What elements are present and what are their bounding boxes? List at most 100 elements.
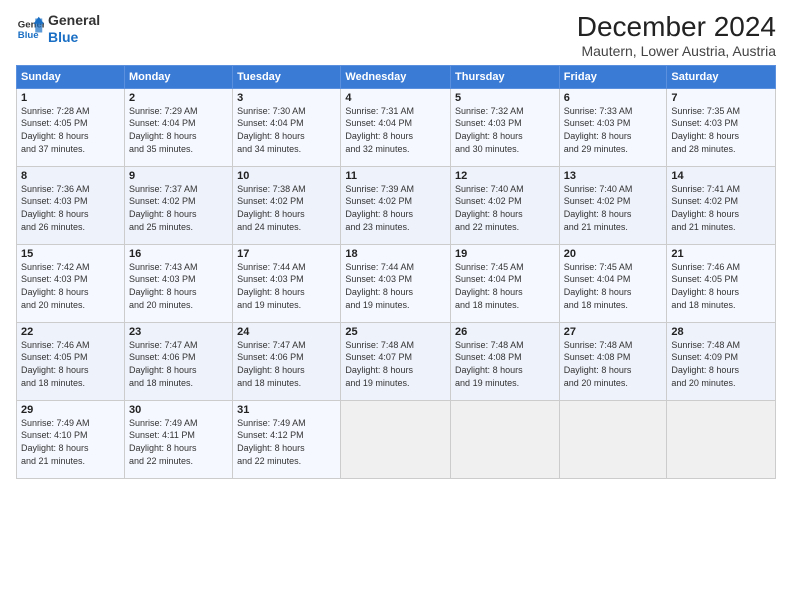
week-row-2: 8Sunrise: 7:36 AM Sunset: 4:03 PM Daylig…: [17, 166, 776, 244]
calendar-header: Sunday Monday Tuesday Wednesday Thursday…: [17, 65, 776, 88]
table-row: 4Sunrise: 7:31 AM Sunset: 4:04 PM Daylig…: [341, 88, 451, 166]
table-row: 20Sunrise: 7:45 AM Sunset: 4:04 PM Dayli…: [559, 244, 667, 322]
day-number: 11: [345, 170, 446, 182]
day-info: Sunrise: 7:49 AM Sunset: 4:12 PM Dayligh…: [237, 417, 336, 467]
table-row: 25Sunrise: 7:48 AM Sunset: 4:07 PM Dayli…: [341, 322, 451, 400]
day-info: Sunrise: 7:43 AM Sunset: 4:03 PM Dayligh…: [129, 261, 228, 311]
table-row: 7Sunrise: 7:35 AM Sunset: 4:03 PM Daylig…: [667, 88, 776, 166]
table-row: 28Sunrise: 7:48 AM Sunset: 4:09 PM Dayli…: [667, 322, 776, 400]
table-row: [559, 400, 667, 478]
day-info: Sunrise: 7:29 AM Sunset: 4:04 PM Dayligh…: [129, 105, 228, 155]
table-row: [667, 400, 776, 478]
day-number: 2: [129, 92, 228, 104]
day-number: 25: [345, 326, 446, 338]
table-row: 30Sunrise: 7:49 AM Sunset: 4:11 PM Dayli…: [124, 400, 232, 478]
day-number: 19: [455, 248, 555, 260]
day-number: 22: [21, 326, 120, 338]
day-info: Sunrise: 7:40 AM Sunset: 4:02 PM Dayligh…: [455, 183, 555, 233]
table-row: [341, 400, 451, 478]
day-number: 16: [129, 248, 228, 260]
day-number: 21: [671, 248, 771, 260]
header-row: Sunday Monday Tuesday Wednesday Thursday…: [17, 65, 776, 88]
day-number: 20: [564, 248, 663, 260]
day-number: 28: [671, 326, 771, 338]
table-row: 23Sunrise: 7:47 AM Sunset: 4:06 PM Dayli…: [124, 322, 232, 400]
day-info: Sunrise: 7:47 AM Sunset: 4:06 PM Dayligh…: [129, 339, 228, 389]
day-info: Sunrise: 7:48 AM Sunset: 4:08 PM Dayligh…: [564, 339, 663, 389]
day-info: Sunrise: 7:39 AM Sunset: 4:02 PM Dayligh…: [345, 183, 446, 233]
table-row: 8Sunrise: 7:36 AM Sunset: 4:03 PM Daylig…: [17, 166, 125, 244]
day-info: Sunrise: 7:28 AM Sunset: 4:05 PM Dayligh…: [21, 105, 120, 155]
day-number: 13: [564, 170, 663, 182]
title-block: December 2024 Mautern, Lower Austria, Au…: [577, 12, 776, 59]
logo-icon: General Blue: [16, 15, 44, 43]
day-number: 31: [237, 404, 336, 416]
day-number: 29: [21, 404, 120, 416]
day-number: 30: [129, 404, 228, 416]
day-info: Sunrise: 7:38 AM Sunset: 4:02 PM Dayligh…: [237, 183, 336, 233]
table-row: 9Sunrise: 7:37 AM Sunset: 4:02 PM Daylig…: [124, 166, 232, 244]
day-number: 23: [129, 326, 228, 338]
day-number: 3: [237, 92, 336, 104]
day-number: 1: [21, 92, 120, 104]
logo-text-blue: Blue: [48, 29, 100, 46]
day-number: 10: [237, 170, 336, 182]
table-row: 18Sunrise: 7:44 AM Sunset: 4:03 PM Dayli…: [341, 244, 451, 322]
table-row: 1Sunrise: 7:28 AM Sunset: 4:05 PM Daylig…: [17, 88, 125, 166]
day-info: Sunrise: 7:46 AM Sunset: 4:05 PM Dayligh…: [21, 339, 120, 389]
table-row: 24Sunrise: 7:47 AM Sunset: 4:06 PM Dayli…: [233, 322, 341, 400]
page: General Blue General Blue December 2024 …: [0, 0, 792, 612]
day-info: Sunrise: 7:42 AM Sunset: 4:03 PM Dayligh…: [21, 261, 120, 311]
day-number: 6: [564, 92, 663, 104]
page-title: December 2024: [577, 12, 776, 43]
day-number: 9: [129, 170, 228, 182]
table-row: 15Sunrise: 7:42 AM Sunset: 4:03 PM Dayli…: [17, 244, 125, 322]
col-friday: Friday: [559, 65, 667, 88]
day-info: Sunrise: 7:47 AM Sunset: 4:06 PM Dayligh…: [237, 339, 336, 389]
table-row: 21Sunrise: 7:46 AM Sunset: 4:05 PM Dayli…: [667, 244, 776, 322]
table-row: 19Sunrise: 7:45 AM Sunset: 4:04 PM Dayli…: [451, 244, 560, 322]
day-number: 17: [237, 248, 336, 260]
table-row: 3Sunrise: 7:30 AM Sunset: 4:04 PM Daylig…: [233, 88, 341, 166]
week-row-3: 15Sunrise: 7:42 AM Sunset: 4:03 PM Dayli…: [17, 244, 776, 322]
day-info: Sunrise: 7:36 AM Sunset: 4:03 PM Dayligh…: [21, 183, 120, 233]
table-row: 11Sunrise: 7:39 AM Sunset: 4:02 PM Dayli…: [341, 166, 451, 244]
day-info: Sunrise: 7:31 AM Sunset: 4:04 PM Dayligh…: [345, 105, 446, 155]
table-row: 13Sunrise: 7:40 AM Sunset: 4:02 PM Dayli…: [559, 166, 667, 244]
day-info: Sunrise: 7:41 AM Sunset: 4:02 PM Dayligh…: [671, 183, 771, 233]
day-number: 5: [455, 92, 555, 104]
day-info: Sunrise: 7:44 AM Sunset: 4:03 PM Dayligh…: [237, 261, 336, 311]
table-row: 22Sunrise: 7:46 AM Sunset: 4:05 PM Dayli…: [17, 322, 125, 400]
week-row-5: 29Sunrise: 7:49 AM Sunset: 4:10 PM Dayli…: [17, 400, 776, 478]
day-info: Sunrise: 7:35 AM Sunset: 4:03 PM Dayligh…: [671, 105, 771, 155]
col-thursday: Thursday: [451, 65, 560, 88]
table-row: 14Sunrise: 7:41 AM Sunset: 4:02 PM Dayli…: [667, 166, 776, 244]
logo-text-general: General: [48, 12, 100, 29]
table-row: 31Sunrise: 7:49 AM Sunset: 4:12 PM Dayli…: [233, 400, 341, 478]
day-info: Sunrise: 7:45 AM Sunset: 4:04 PM Dayligh…: [455, 261, 555, 311]
day-number: 8: [21, 170, 120, 182]
table-row: 27Sunrise: 7:48 AM Sunset: 4:08 PM Dayli…: [559, 322, 667, 400]
table-row: 6Sunrise: 7:33 AM Sunset: 4:03 PM Daylig…: [559, 88, 667, 166]
table-row: 29Sunrise: 7:49 AM Sunset: 4:10 PM Dayli…: [17, 400, 125, 478]
table-row: 12Sunrise: 7:40 AM Sunset: 4:02 PM Dayli…: [451, 166, 560, 244]
day-info: Sunrise: 7:46 AM Sunset: 4:05 PM Dayligh…: [671, 261, 771, 311]
day-info: Sunrise: 7:49 AM Sunset: 4:10 PM Dayligh…: [21, 417, 120, 467]
table-row: 26Sunrise: 7:48 AM Sunset: 4:08 PM Dayli…: [451, 322, 560, 400]
day-info: Sunrise: 7:37 AM Sunset: 4:02 PM Dayligh…: [129, 183, 228, 233]
day-info: Sunrise: 7:30 AM Sunset: 4:04 PM Dayligh…: [237, 105, 336, 155]
header: General Blue General Blue December 2024 …: [16, 12, 776, 59]
day-info: Sunrise: 7:44 AM Sunset: 4:03 PM Dayligh…: [345, 261, 446, 311]
day-number: 7: [671, 92, 771, 104]
table-row: [451, 400, 560, 478]
logo: General Blue General Blue: [16, 12, 100, 46]
col-tuesday: Tuesday: [233, 65, 341, 88]
day-info: Sunrise: 7:40 AM Sunset: 4:02 PM Dayligh…: [564, 183, 663, 233]
day-number: 12: [455, 170, 555, 182]
table-row: 16Sunrise: 7:43 AM Sunset: 4:03 PM Dayli…: [124, 244, 232, 322]
day-number: 14: [671, 170, 771, 182]
day-info: Sunrise: 7:45 AM Sunset: 4:04 PM Dayligh…: [564, 261, 663, 311]
col-wednesday: Wednesday: [341, 65, 451, 88]
day-info: Sunrise: 7:33 AM Sunset: 4:03 PM Dayligh…: [564, 105, 663, 155]
day-info: Sunrise: 7:48 AM Sunset: 4:08 PM Dayligh…: [455, 339, 555, 389]
